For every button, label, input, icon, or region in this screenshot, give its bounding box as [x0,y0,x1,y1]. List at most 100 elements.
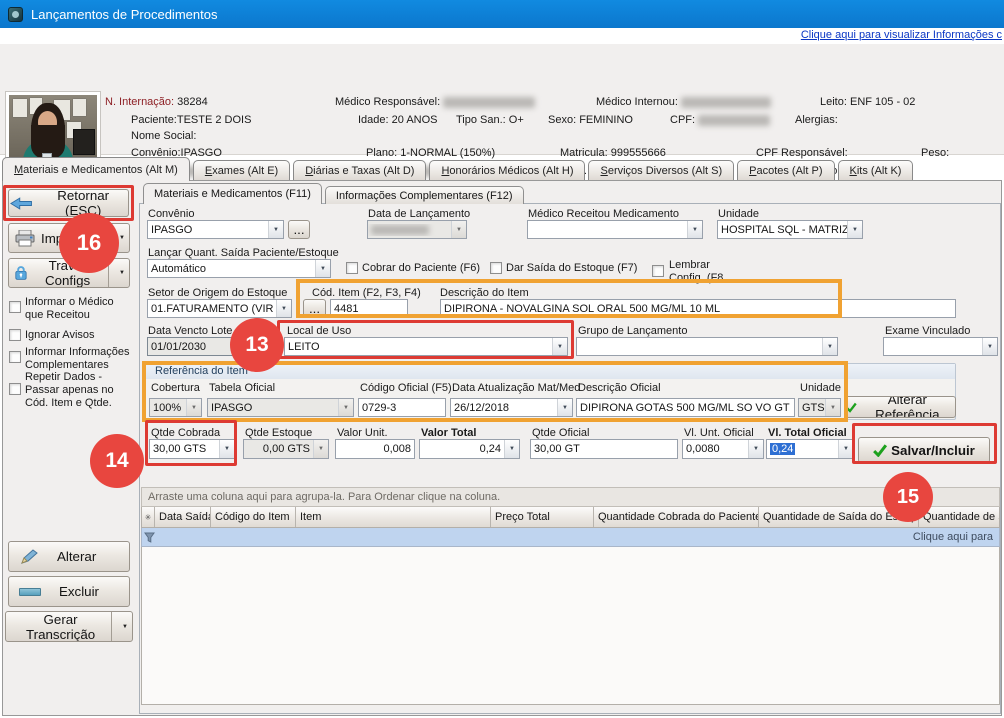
valor-total-combo[interactable]: 0,24▼ [419,439,520,459]
grupo-lancamento-combo[interactable]: ▼ [576,337,838,356]
selected-text: 0,24 [770,443,795,455]
alterar-button[interactable]: Alterar [8,541,130,572]
tab-honorarios-medicos[interactable]: Honorários Médicos (Alt H) [429,160,585,181]
ignorar-avisos-label: Ignorar Avisos [25,329,133,342]
app-icon [8,7,23,22]
window-title: Lançamentos de Procedimentos [31,7,217,22]
annotation-box-local-uso [277,320,574,359]
column-header-preco-total[interactable]: Preço Total [491,507,594,527]
dropdown-arrow-icon[interactable]: ▼ [268,221,283,238]
medico-receitou-combo[interactable]: ▼ [527,220,703,239]
annotation-box-salvar [852,423,997,464]
grid-group-panel[interactable]: Arraste uma coluna aqui para agrupa-la. … [141,487,1000,507]
sub-tab-strip: Materiais e Medicamentos (F11) Informaçõ… [143,183,527,204]
qtde-oficial-label: Qtde Oficial [532,427,589,439]
chevron-down-icon[interactable]: ▼ [115,270,129,276]
annotation-step-16: 16 [59,213,119,273]
lembrar-config-checkbox[interactable] [652,265,664,277]
tab-servicos-diversos[interactable]: Serviços Diversos (Alt S) [588,160,734,181]
paciente-field: Paciente:TESTE 2 DOIS [131,114,251,126]
chevron-down-icon[interactable]: ▼ [118,624,132,630]
column-header-data-saida[interactable]: Data Saída [155,507,211,527]
valor-unit-input[interactable]: 0,008 [335,439,415,459]
peso-field: Peso: [921,147,949,159]
tab-exames[interactable]: Exames (Alt E) [193,160,290,181]
dropdown-arrow-icon[interactable]: ▼ [748,440,763,458]
vl-total-oficial-combo[interactable]: 0,24 ▼ [766,439,854,459]
annotation-step-13: 13 [230,318,284,372]
subtab-informacoes-f12[interactable]: Informações Complementares (F12) [325,186,524,204]
qtde-estoque-combo[interactable]: 0,00 GTS▼ [243,439,329,459]
column-header-qtd-sa[interactable]: Quantidade de Sa [919,507,1000,527]
grid-header-row: ✳ Data Saída Código do Item Item Preço T… [141,507,1000,528]
tab-label: Diárias e Taxas (Alt D) [305,165,414,177]
cpf-field: CPF: [670,114,770,126]
dar-saida-checkbox[interactable] [490,262,502,274]
cobrar-paciente-label: Cobrar do Paciente (F6) [362,262,480,275]
dropdown-arrow-icon[interactable]: ▼ [838,440,853,458]
tab-label: Serviços Diversos (Alt S) [600,165,722,177]
tab-diarias-taxas[interactable]: Diárias e Taxas (Alt D) [293,160,426,181]
tipo-sanguineo-field: Tipo San.: O+ [456,114,524,126]
convenio-ellipsis-button[interactable]: ... [288,220,310,239]
convenio-combo[interactable]: IPASGO▼ [147,220,284,239]
lancar-quant-combo[interactable]: Automático▼ [147,259,331,278]
dropdown-arrow-icon[interactable]: ▼ [982,338,997,355]
tab-label: Pacotes (Alt P) [749,165,822,177]
column-header-codigo-item[interactable]: Código do Item [211,507,296,527]
excluir-label: Excluir [59,584,99,599]
alterar-referencia-label: Alterar Referência [860,396,955,418]
ignorar-avisos-checkbox[interactable] [9,329,21,341]
dropdown-arrow-icon[interactable]: ▼ [315,260,330,277]
lock-icon [15,264,27,282]
informar-informacoes-label: Informar Informações Complementares [25,346,133,372]
data-lancamento-combo[interactable]: ▼ [367,220,467,239]
visualizar-informacoes-link[interactable]: Clique aqui para visualizar Informações … [801,29,1002,41]
column-header-qtd-cobrada[interactable]: Quantidade Cobrada do Paciente [594,507,759,527]
gerar-transcricao-button[interactable]: Gerar Transcrição ▼ [5,611,133,642]
divider [111,612,112,641]
patient-header: N. Internação: 38284 Médico Responsável:… [0,44,1004,155]
qtde-oficial-input[interactable]: 30,00 GT [530,439,678,459]
tab-pacotes[interactable]: Pacotes (Alt P) [737,160,834,181]
redacted-value [698,115,770,126]
subtab-label: Materiais e Medicamentos (F11) [154,188,311,200]
column-header-item[interactable]: Item [296,507,491,527]
title-bar: Lançamentos de Procedimentos [0,0,1004,28]
filter-funnel-icon [144,532,155,543]
idade-field: Idade: 20 ANOS [358,114,438,126]
dropdown-arrow-icon[interactable]: ▼ [276,300,291,317]
dropdown-arrow-icon[interactable]: ▼ [313,440,328,458]
leito-field: Leito: ENF 105 - 02 [820,96,915,108]
repetir-dados-checkbox[interactable] [9,383,21,395]
grupo-lancamento-label: Grupo de Lançamento [578,325,687,337]
excluir-button[interactable]: Excluir [8,576,130,607]
tab-materiais-medicamentos[interactable]: Materiais e Medicamentos (Alt M) [2,157,190,181]
medico-internou-field: Médico Internou: [596,96,771,108]
grid-body-empty[interactable] [141,547,1000,705]
grid-filter-row[interactable]: Clique aqui para [141,528,1000,547]
grid-group-hint: Arraste uma coluna aqui para agrupa-la. … [148,491,500,503]
unidade-combo[interactable]: HOSPITAL SQL - MATRIZ▼ [717,220,863,239]
tab-label: Kits (Alt K) [850,165,902,177]
dropdown-arrow-icon[interactable]: ▼ [687,221,702,238]
dropdown-arrow-icon[interactable]: ▼ [451,221,466,238]
dropdown-arrow-icon[interactable]: ▼ [504,440,519,458]
medico-receitou-label: Médico Receitou Medicamento [528,208,679,220]
internacao-field: N. Internação: 38284 [105,96,208,108]
informar-medico-checkbox[interactable] [9,301,21,313]
alterar-referencia-button[interactable]: Alterar Referência [845,396,956,418]
vl-unt-oficial-combo[interactable]: 0,0080▼ [682,439,764,459]
cobrar-paciente-checkbox[interactable] [346,262,358,274]
subtab-materiais-f11[interactable]: Materiais e Medicamentos (F11) [143,183,322,204]
informar-informacoes-checkbox[interactable] [9,351,21,363]
dropdown-arrow-icon[interactable]: ▼ [847,221,862,238]
link-row: Clique aqui para visualizar Informações … [0,28,1004,44]
exame-vinculado-combo[interactable]: ▼ [883,337,998,356]
dropdown-arrow-icon[interactable]: ▼ [822,338,837,355]
qtde-estoque-label: Qtde Estoque [245,427,312,439]
setor-origem-combo[interactable]: 01.FATURAMENTO (VIR▼ [147,299,292,318]
nome-social-field: Nome Social: [131,130,196,142]
gerar-transcricao-label: Gerar Transcrição [16,612,105,642]
tab-kits[interactable]: Kits (Alt K) [838,160,914,181]
